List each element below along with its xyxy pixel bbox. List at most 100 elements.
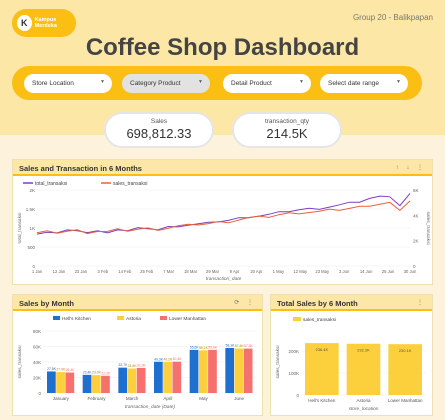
data-label: 58,1K <box>226 343 236 347</box>
x-tick-label: 1 Jan <box>32 269 43 274</box>
x-axis-label: store_location <box>349 406 379 412</box>
data-label: 26,4K <box>66 368 76 372</box>
bar <box>91 375 101 393</box>
data-label: 23,0K <box>92 371 102 375</box>
x-tick-label: 7 Mar <box>163 269 174 274</box>
x-tick-label: 3 Jun <box>339 269 350 274</box>
date-range-filter[interactable]: Select date range ▼ <box>320 74 408 93</box>
logo-text: Kampus Merdeka <box>34 17 57 29</box>
y-tick-label: 500 <box>27 245 35 250</box>
y-tick-label: 20K <box>33 376 41 381</box>
data-label: 55,6K <box>190 345 200 349</box>
x-tick-label: Hell's Kitchen <box>308 398 336 403</box>
filter-label: Detail Product <box>231 80 272 87</box>
x-tick-label: February <box>87 396 106 401</box>
y-tick-label: 80K <box>33 329 41 334</box>
series-line-1 <box>36 200 411 235</box>
y-tick-label: 60K <box>33 345 41 350</box>
y-axis-label: total_transaksi <box>17 213 23 244</box>
data-label: 40,2K <box>163 357 173 361</box>
legend-swatch <box>117 316 124 320</box>
chevron-down-icon: ▼ <box>198 79 203 85</box>
legend-label: sales_transaksi <box>303 317 336 323</box>
y2-tick-label: 4K <box>413 213 419 218</box>
x-tick-label: Lower Manhattan <box>388 398 423 403</box>
filter-bar: Store Location ▼ Category Product ▼ Detail… <box>12 66 422 100</box>
card-menu-icon[interactable]: ↑ ↓ ⋮ <box>396 164 426 171</box>
x-tick-label: 23 Jan <box>75 269 88 274</box>
bar <box>47 371 56 393</box>
y-tick-label: 2K <box>29 188 35 193</box>
chevron-down-icon: ▼ <box>100 79 105 85</box>
y-tick-label: 40K <box>33 360 41 365</box>
x-tick-label: 14 Jun <box>360 269 373 274</box>
bar <box>154 361 163 393</box>
data-label: 22,2K <box>101 371 111 375</box>
bar <box>56 372 65 393</box>
legend-label: sales_transaksi <box>113 181 147 187</box>
x-axis-label: transaction_date <box>206 276 242 282</box>
bar <box>198 350 208 393</box>
bar <box>65 372 75 393</box>
x-tick-label: 18 Mar <box>184 269 198 274</box>
page-title: Coffee Shop Dashboard <box>85 34 360 61</box>
category-product-filter[interactable]: Category Product ▼ <box>122 74 210 93</box>
card-title: Total Sales by 6 Month <box>277 299 358 308</box>
data-label: 32,3K <box>137 363 147 367</box>
card-header: Sales by Month ⟳ ⋮ <box>13 295 262 311</box>
kampus-merdeka-logo: K Kampus Merdeka <box>12 9 76 37</box>
chevron-down-icon: ▼ <box>396 79 401 85</box>
kpi-value: 214.5K <box>266 126 308 141</box>
data-label: 57,3K <box>244 344 254 348</box>
kpi-label: transaction_qty <box>264 118 310 125</box>
bar <box>172 361 182 393</box>
legend-label: Astoria <box>126 316 141 322</box>
data-label: 23,4K <box>83 370 93 374</box>
y-tick-label: 1.5K <box>26 207 35 212</box>
data-label: 232.2K <box>357 348 370 353</box>
card-menu-icon[interactable]: ⟳ ⋮ <box>234 299 256 306</box>
total-bar-chart: sales_transaksi 0 100K 200K 236.4K Hell's Kit… <box>275 317 426 412</box>
bar <box>163 361 172 393</box>
data-label: 55,1K <box>199 346 209 350</box>
x-tick-label: Astoria <box>356 398 371 403</box>
x-tick-label: January <box>53 396 70 401</box>
y-axis-label: sales_transaksi <box>275 345 281 378</box>
x-tick-label: March <box>126 396 139 401</box>
x-tick-label: 23 May <box>315 269 330 274</box>
bar <box>82 374 92 393</box>
legend-label: total_transaksi <box>35 181 67 187</box>
logo-icon: K <box>17 15 32 31</box>
bar <box>225 347 235 393</box>
detail-product-filter[interactable]: Detail Product ▼ <box>223 74 311 93</box>
bar <box>189 349 199 393</box>
filter-label: Store Location <box>32 80 74 87</box>
y-tick-label: 0 <box>296 393 299 398</box>
sales-by-month-card: Sales by Month ⟳ ⋮ Hell's Kitchen Astoria… <box>12 294 263 416</box>
legend-label: Hell's Kitchen <box>62 316 91 322</box>
x-tick-label: 25 Jun <box>382 269 395 274</box>
bar <box>243 348 253 393</box>
data-label: 236.4K <box>315 347 328 352</box>
y-tick-label: 0 <box>38 391 41 396</box>
x-tick-label: May <box>199 396 208 401</box>
x-tick-label: June <box>234 396 244 401</box>
chevron-down-icon: ▼ <box>299 79 304 85</box>
kpi-value: 698,812.33 <box>126 126 192 141</box>
store-location-filter[interactable]: Store Location ▼ <box>24 74 112 93</box>
x-tick-label: 1 May <box>273 269 285 274</box>
x-tick-label: 25 Feb <box>140 269 154 274</box>
sales-kpi-card: Sales 698,812.33 <box>104 112 214 148</box>
y2-axis-label: sales_transaksi <box>425 211 431 244</box>
legend-label: Lower Manhattan <box>169 316 206 322</box>
legend-swatch <box>293 317 301 321</box>
card-menu-icon[interactable]: ⋮ <box>417 299 426 306</box>
x-tick-label: 20 Apr <box>250 269 263 274</box>
data-label: 57,4K <box>235 344 245 348</box>
x-axis-label: transaction_date (Date) <box>125 404 176 410</box>
y-tick-label: 200K <box>288 349 299 354</box>
bar <box>234 348 244 393</box>
y2-tick-label: 6K <box>413 188 419 193</box>
x-tick-label: 3 Feb <box>97 269 108 274</box>
filter-label: Category Product <box>130 80 181 87</box>
